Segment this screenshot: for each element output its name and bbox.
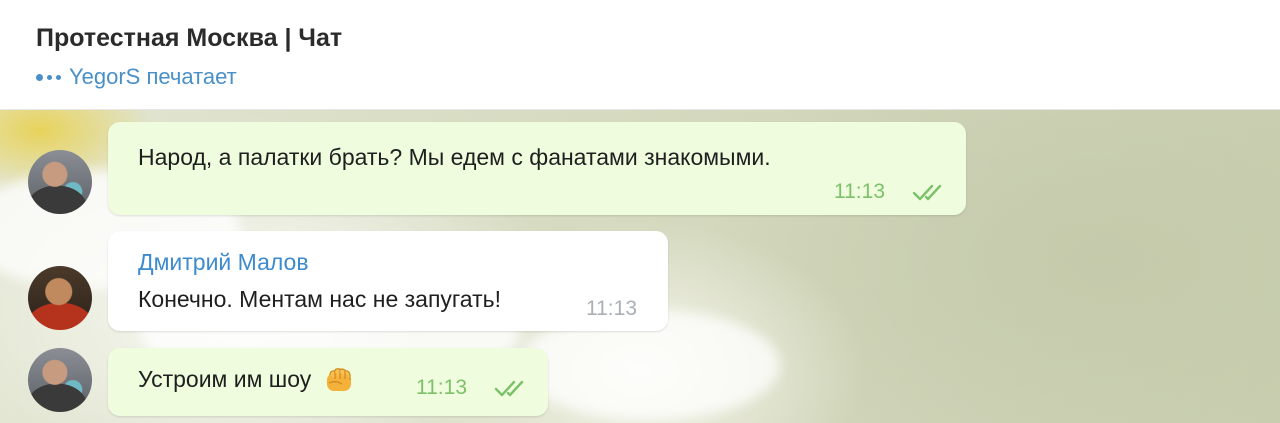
message-sender-name[interactable]: Дмитрий Малов (138, 249, 309, 276)
message-time: 11:13 (586, 297, 637, 320)
message-bubble-outgoing[interactable]: Устроим им шоу 11:13 (108, 348, 548, 416)
message-bubble-outgoing[interactable]: Народ, а палатки брать? Мы едем с фаната… (108, 122, 966, 215)
fist-emoji-icon (326, 368, 351, 391)
message-text: Устроим им шоу (138, 366, 356, 395)
typing-indicator: YegorS печатает (36, 64, 237, 90)
double-check-icon (494, 380, 524, 397)
double-check-icon (912, 184, 942, 201)
message-bubble-incoming[interactable]: Дмитрий Малов Конечно. Ментам нас не зап… (108, 231, 668, 331)
message-time: 11:13 (834, 180, 885, 203)
avatar[interactable] (28, 348, 92, 412)
typing-status-text: YegorS печатает (69, 64, 237, 89)
message-text-content: Устроим им шоу (138, 366, 312, 392)
message-text: Народ, а палатки брать? Мы едем с фаната… (138, 144, 771, 170)
message-list[interactable]: Народ, а палатки брать? Мы едем с фаната… (0, 110, 1280, 423)
avatar[interactable] (28, 266, 92, 330)
avatar[interactable] (28, 150, 92, 214)
chat-title[interactable]: Протестная Москва | Чат (36, 24, 342, 53)
typing-dots-icon (36, 73, 61, 81)
message-time: 11:13 (416, 376, 467, 399)
chat-header[interactable]: Протестная Москва | Чат YegorS печатает (0, 0, 1280, 110)
message-text: Конечно. Ментам нас не запугать! (138, 286, 501, 312)
